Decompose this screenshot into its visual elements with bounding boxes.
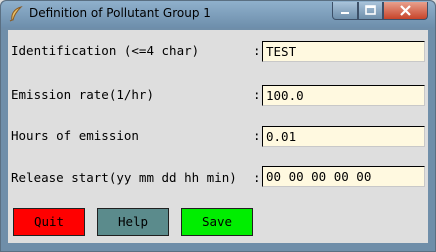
emission-rate-colon: : [253,87,261,102]
help-button[interactable]: Help [97,208,169,236]
emission-rate-field[interactable]: 100.0 [262,85,425,106]
identification-field[interactable]: TEST [262,41,425,62]
close-icon [400,5,411,16]
maximize-button[interactable] [358,2,383,20]
hours-of-emission-label: Hours of emission [11,128,139,143]
window-title: Definition of Pollutant Group 1 [29,6,211,20]
quit-button[interactable]: Quit [13,208,85,236]
close-button[interactable] [383,2,428,20]
dialog-window: Definition of Pollutant Group 1 Identifi… [0,0,436,252]
hours-of-emission-colon: : [253,128,261,143]
emission-rate-label: Emission rate(1/hr) [11,87,154,102]
maximize-icon [365,5,376,15]
minimize-icon [341,12,349,14]
release-start-label: Release start(yy mm dd hh min) [11,170,237,185]
identification-label: Identification (<=4 char) [11,43,200,58]
feather-icon [9,5,23,22]
release-start-colon: : [253,170,261,185]
save-button[interactable]: Save [181,208,253,236]
form-panel: Identification (<=4 char) : TEST Emissio… [8,30,428,243]
title-bar[interactable]: Definition of Pollutant Group 1 [1,1,435,28]
minimize-button[interactable] [332,2,358,20]
release-start-field[interactable]: 00 00 00 00 00 [262,166,425,187]
identification-colon: : [253,43,261,58]
hours-of-emission-field[interactable]: 0.01 [262,126,425,147]
